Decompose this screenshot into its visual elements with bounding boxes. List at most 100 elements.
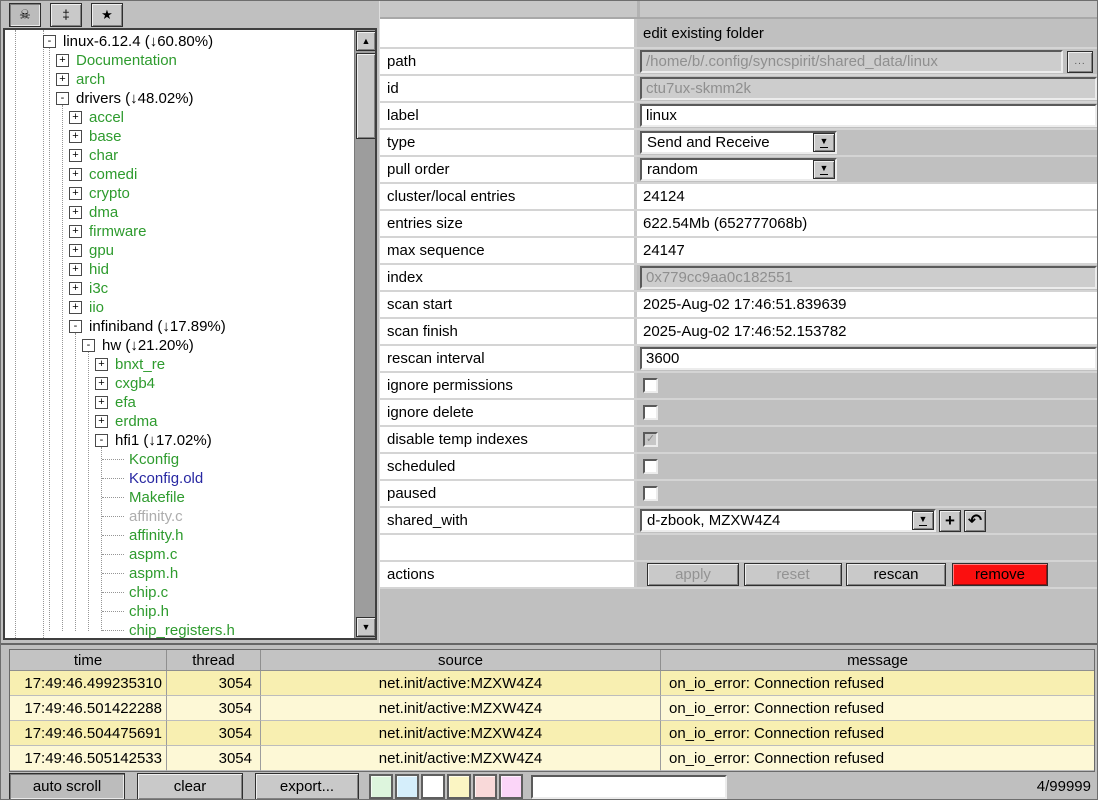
tree-item-documentation[interactable]: +Documentation (5, 51, 355, 70)
rescan-button[interactable]: rescan (846, 563, 946, 586)
tree-item-drivers-48-02[interactable]: -drivers (↓48.02%) (5, 89, 355, 108)
expand-icon[interactable]: + (69, 225, 82, 238)
expand-icon[interactable]: + (95, 415, 108, 428)
collapse-icon[interactable]: - (43, 35, 56, 48)
log-filter-input[interactable] (531, 775, 727, 799)
tree-item-chip-registers-h[interactable]: chip_registers.h (5, 621, 355, 638)
form-title: edit existing folder (640, 25, 764, 42)
tree-item-cxgb4[interactable]: +cxgb4 (5, 374, 355, 393)
remove-button[interactable]: remove (952, 563, 1048, 586)
log-color-filter-2[interactable] (421, 774, 445, 799)
label-field[interactable]: linux (640, 104, 1097, 127)
log-color-filter-3[interactable] (447, 774, 471, 799)
export-button[interactable]: export... (255, 773, 359, 800)
tree-guide-line (102, 497, 124, 498)
tree-item-erdma[interactable]: +erdma (5, 412, 355, 431)
expand-icon[interactable]: + (56, 73, 69, 86)
ignore-permissions-checkbox[interactable] (643, 378, 658, 393)
expand-icon[interactable]: + (69, 187, 82, 200)
scrollbar-thumb[interactable] (356, 53, 376, 139)
expand-icon[interactable]: + (69, 263, 82, 276)
log-column-header-thread[interactable]: thread (167, 650, 261, 671)
double-dagger-button[interactable]: ‡ (50, 3, 82, 27)
expand-icon[interactable]: + (69, 168, 82, 181)
expand-icon[interactable]: + (69, 244, 82, 257)
expand-icon[interactable]: + (69, 149, 82, 162)
browse-button[interactable]: ... (1067, 51, 1093, 73)
log-column-header-message[interactable]: message (661, 650, 1094, 671)
tree-item-accel[interactable]: +accel (5, 108, 355, 127)
scroll-up-button[interactable]: ▲ (356, 31, 376, 51)
undo-button[interactable]: ↶ (964, 510, 986, 532)
collapse-icon[interactable]: - (82, 339, 95, 352)
log-color-filter-4[interactable] (473, 774, 497, 799)
collapse-icon[interactable]: - (95, 434, 108, 447)
tree-item-hfi1-17-02[interactable]: -hfi1 (↓17.02%) (5, 431, 355, 450)
expand-icon[interactable]: + (69, 301, 82, 314)
dropdown-button[interactable]: ▼ (813, 160, 835, 179)
index-field: 0x779cc9aa0c182551 (640, 266, 1097, 289)
expand-icon[interactable]: + (95, 358, 108, 371)
tree-item-gpu[interactable]: +gpu (5, 241, 355, 260)
tree-item-crypto[interactable]: +crypto (5, 184, 355, 203)
tree-item-aspm-h[interactable]: aspm.h (5, 564, 355, 583)
clear-button[interactable]: clear (137, 773, 243, 800)
tree-item-comedi[interactable]: +comedi (5, 165, 355, 184)
shared-with-dropdown[interactable]: d-zbook, MZXW4Z4▼ (640, 509, 936, 532)
tree-item-iio[interactable]: +iio (5, 298, 355, 317)
star-button[interactable]: ★ (91, 3, 123, 27)
tree-item-dma[interactable]: +dma (5, 203, 355, 222)
peers-button[interactable]: ☠ (9, 3, 41, 27)
log-color-filter-0[interactable] (369, 774, 393, 799)
scheduled-checkbox[interactable] (643, 459, 658, 474)
tree-item-firmware[interactable]: +firmware (5, 222, 355, 241)
log-column-header-time[interactable]: time (10, 650, 167, 671)
tree-item-bnxt-re[interactable]: +bnxt_re (5, 355, 355, 374)
dropdown-button[interactable]: ▼ (912, 511, 934, 530)
log-column-header-source[interactable]: source (261, 650, 661, 671)
log-color-filter-1[interactable] (395, 774, 419, 799)
expand-icon[interactable]: + (69, 206, 82, 219)
expand-icon[interactable]: + (69, 111, 82, 124)
tree-item-aspm-c[interactable]: aspm.c (5, 545, 355, 564)
expand-icon[interactable]: + (69, 282, 82, 295)
tree-item-affinity-h[interactable]: affinity.h (5, 526, 355, 545)
path-field: /home/b/.config/syncspirit/shared_data/l… (640, 50, 1063, 73)
expand-icon[interactable]: + (95, 377, 108, 390)
dropdown-button[interactable]: ▼ (813, 133, 835, 152)
type-dropdown[interactable]: Send and Receive▼ (640, 131, 837, 154)
collapse-icon[interactable]: - (69, 320, 82, 333)
add-device-button[interactable]: + (939, 510, 961, 532)
tree-item-arch[interactable]: +arch (5, 70, 355, 89)
tree-item-char[interactable]: +char (5, 146, 355, 165)
ignore-delete-checkbox[interactable] (643, 405, 658, 420)
paused-checkbox[interactable] (643, 486, 658, 501)
pull-order-dropdown[interactable]: random▼ (640, 158, 837, 181)
expand-icon[interactable]: + (69, 130, 82, 143)
collapse-icon[interactable]: - (56, 92, 69, 105)
tree-item-base[interactable]: +base (5, 127, 355, 146)
scroll-down-button[interactable]: ▼ (356, 617, 376, 637)
tree-item-chip-c[interactable]: chip.c (5, 583, 355, 602)
tree-item-chip-h[interactable]: chip.h (5, 602, 355, 621)
tree-item-hw-21-20[interactable]: -hw (↓21.20%) (5, 336, 355, 355)
auto-scroll-button[interactable]: auto scroll (9, 773, 125, 800)
tree-item-i3c[interactable]: +i3c (5, 279, 355, 298)
rescan-interval-field[interactable]: 3600 (640, 347, 1097, 370)
expand-icon[interactable]: + (56, 54, 69, 67)
tree-scrollbar[interactable]: ▲ ▼ (354, 30, 375, 638)
expand-icon[interactable]: + (95, 396, 108, 409)
tree-item-kconfig-old[interactable]: Kconfig.old (5, 469, 355, 488)
tree-item-kconfig[interactable]: Kconfig (5, 450, 355, 469)
tree-item-linux-6-12-4-60-80[interactable]: -linux-6.12.4 (↓60.80%) (5, 32, 355, 51)
log-row: 17:49:46.5051425333054net.init/active:MZ… (10, 746, 1094, 771)
tree-item-hid[interactable]: +hid (5, 260, 355, 279)
field-label: id (380, 76, 637, 101)
tree-item-label: hw (↓21.20%) (102, 337, 198, 354)
log-color-filter-5[interactable] (499, 774, 523, 799)
cluster-local-entries-value: 24124 (640, 188, 685, 205)
tree-item-efa[interactable]: +efa (5, 393, 355, 412)
tree-item-infiniband-17-89[interactable]: -infiniband (↓17.89%) (5, 317, 355, 336)
tree-item-affinity-c[interactable]: affinity.c (5, 507, 355, 526)
tree-item-makefile[interactable]: Makefile (5, 488, 355, 507)
